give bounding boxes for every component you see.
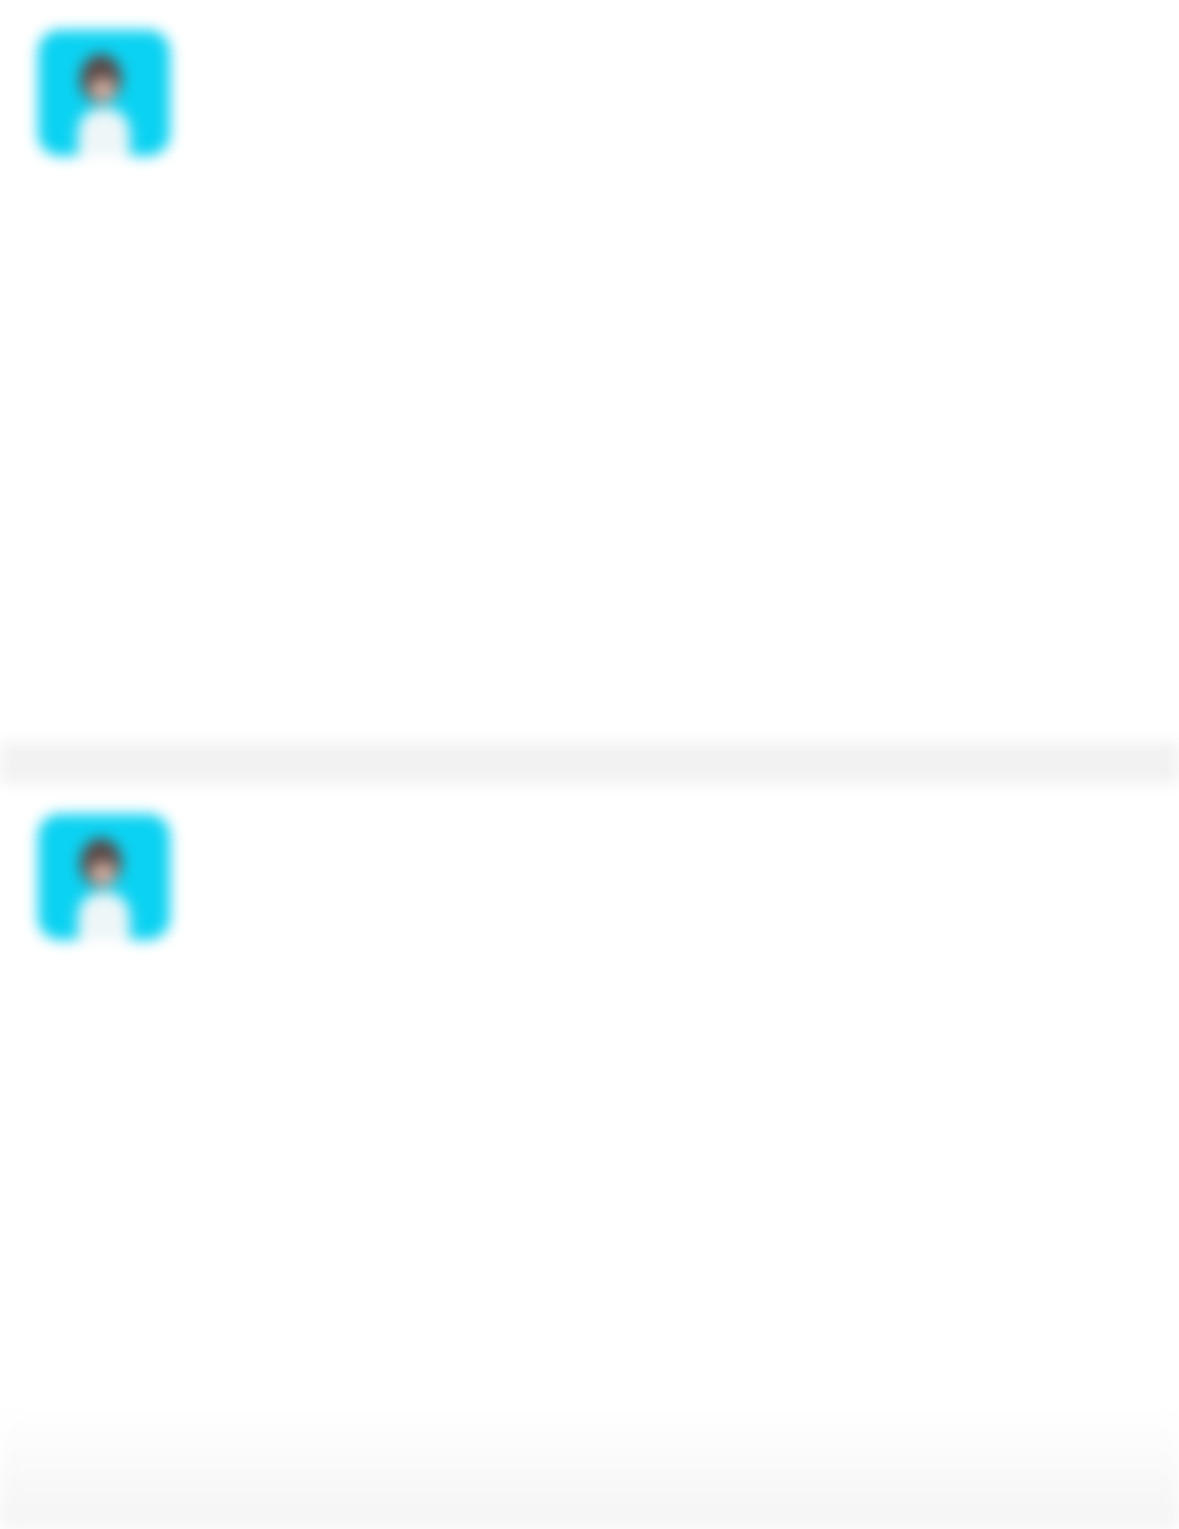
comment-feed [0,0,1179,1529]
divider [0,742,1179,784]
avatar[interactable] [38,30,170,156]
comment-item [0,0,1179,742]
footer-area [0,1404,1179,1529]
comment-item [0,784,1179,1404]
avatar[interactable] [38,814,170,940]
